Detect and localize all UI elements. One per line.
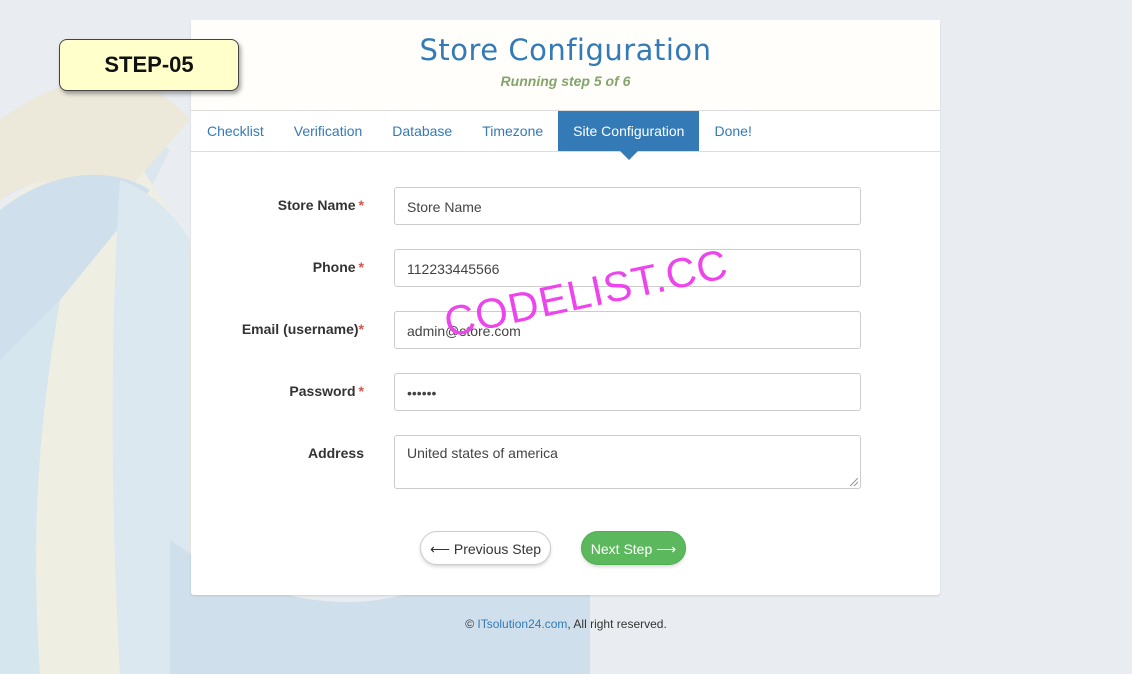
required-mark: * bbox=[358, 321, 364, 337]
address-label: Address bbox=[307, 445, 364, 461]
email-label: Email (username)* bbox=[241, 321, 364, 337]
footer-link[interactable]: ITsolution24.com bbox=[477, 617, 567, 631]
previous-step-button[interactable]: ⟵ Previous Step bbox=[420, 531, 551, 565]
panel-header: Store Configuration Running step 5 of 6 bbox=[191, 20, 940, 111]
required-mark: * bbox=[358, 383, 364, 399]
address-value: United states of america bbox=[407, 445, 558, 461]
copyright-symbol: © bbox=[465, 617, 475, 631]
password-input[interactable]: •••••• bbox=[394, 373, 861, 411]
tab-site-configuration[interactable]: Site Configuration bbox=[558, 111, 700, 160]
required-mark: * bbox=[358, 197, 364, 213]
store-name-input[interactable]: Store Name bbox=[394, 187, 861, 225]
tab-verification[interactable]: Verification bbox=[279, 111, 377, 151]
tab-database[interactable]: Database bbox=[377, 111, 467, 151]
required-mark: * bbox=[358, 259, 364, 275]
tab-checklist[interactable]: Checklist bbox=[192, 111, 279, 151]
password-label: Password * bbox=[289, 383, 364, 399]
phone-label: Phone * bbox=[312, 259, 364, 275]
store-name-label: Store Name * bbox=[277, 197, 364, 213]
tab-done[interactable]: Done! bbox=[699, 111, 766, 151]
next-step-button[interactable]: Next Step ⟶ bbox=[581, 531, 686, 565]
footer-rights-text: , All right reserved. bbox=[567, 617, 667, 631]
step-progress-text: Running step 5 of 6 bbox=[500, 73, 631, 89]
step-tabs: Checklist Verification Database Timezone… bbox=[191, 111, 940, 160]
footer: © ITsolution24.com, All right reserved. bbox=[0, 617, 1132, 631]
page-title: Store Configuration bbox=[419, 33, 712, 67]
tab-timezone[interactable]: Timezone bbox=[467, 111, 558, 151]
address-textarea[interactable]: United states of america bbox=[394, 435, 861, 489]
resize-handle-icon[interactable] bbox=[850, 478, 858, 486]
step-badge: STEP-05 bbox=[59, 39, 239, 91]
